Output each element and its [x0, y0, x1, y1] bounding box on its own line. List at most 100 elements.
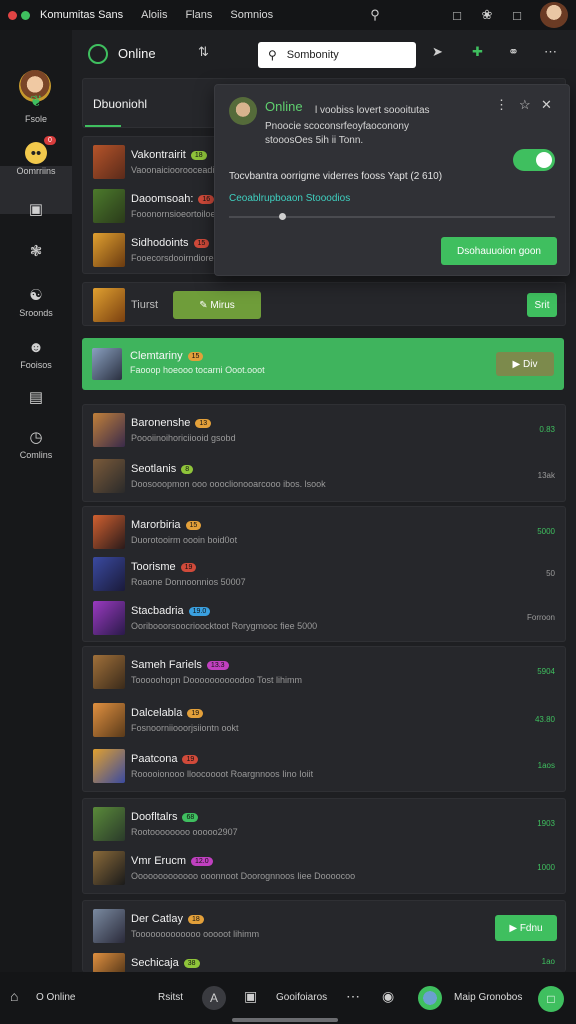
- game-row[interactable]: Der Catlay 18 Tooooooooooooo ooooot lihim…: [91, 907, 559, 947]
- rating-badge: 12.0: [191, 857, 213, 866]
- game-name: Vmr Erucm 12.0: [131, 855, 213, 867]
- game-thumbnail: [93, 515, 125, 549]
- game-row[interactable]: Seotlanis 8 Doosooopmon ooo oooclionooarc…: [91, 457, 559, 497]
- play-icon: ▶: [509, 922, 520, 934]
- game-thumbnail: [93, 288, 125, 322]
- game-row[interactable]: Doofltalrs 68 Rootoooooooo ooooo2907 1903: [91, 805, 559, 845]
- rail-item-recent[interactable]: ◷ Comlins: [0, 426, 72, 460]
- rail-label: Sroonds: [19, 308, 53, 318]
- game-thumbnail: [93, 655, 125, 689]
- game-subtitle: Rooooionooo lloocoooot Roargnnoos Iino I…: [131, 769, 314, 779]
- popup-description: Tocvbantra oorrigme viderres fooss Yapt …: [229, 171, 443, 182]
- game-row[interactable]: Vmr Erucm 12.0 Ooooooooooooo ooonnoot Doo…: [91, 849, 559, 889]
- rail-item-games[interactable]: ☯ Sroonds: [0, 284, 72, 318]
- game-thumbnail: [92, 348, 122, 380]
- game-row[interactable]: Sameh Fariels 13.3 Tooooohopn Doooooooooo…: [91, 653, 559, 693]
- add-friend-icon[interactable]: ✚: [472, 44, 483, 60]
- game-row[interactable]: Paatcona 19 Rooooionooo lloocoooot Roargn…: [91, 747, 559, 787]
- rating-badge: 16: [198, 195, 215, 204]
- bottom-online[interactable]: O Online: [36, 992, 75, 1003]
- rail-label: Fsole: [24, 114, 47, 124]
- rocket-icon[interactable]: ➤: [432, 44, 443, 60]
- bottom-item-3[interactable]: Gooifoiaros: [276, 992, 327, 1003]
- star-icon[interactable]: ☆: [519, 97, 531, 113]
- a-icon[interactable]: A: [202, 986, 226, 1010]
- menu-item-3[interactable]: Somnios: [230, 9, 273, 21]
- popup-confirm-button[interactable]: Dsohauuoion goon: [441, 237, 557, 265]
- menu-item-1[interactable]: Aloiis: [141, 9, 167, 21]
- play-button[interactable]: ▶ Div: [496, 352, 554, 376]
- fdnu-button[interactable]: ▶ Fdnu: [495, 915, 557, 941]
- game-meta: Forroon: [526, 613, 555, 622]
- more-vertical-icon[interactable]: ⋮: [495, 97, 508, 113]
- status-label[interactable]: Online: [118, 46, 156, 61]
- globe-icon[interactable]: [418, 986, 442, 1010]
- rating-badge: 19: [182, 755, 199, 764]
- alert-icon[interactable]: □: [448, 6, 466, 24]
- rail-item-media[interactable]: ▣: [0, 198, 72, 222]
- more-icon[interactable]: ⋯: [544, 44, 557, 60]
- gift-icon[interactable]: ❀: [478, 6, 496, 24]
- game-group-6: Doofltalrs 68 Rootoooooooo ooooo2907 1903…: [82, 798, 566, 894]
- menu-item-2[interactable]: Flans: [185, 9, 212, 21]
- rail-label: Fooisos: [20, 360, 52, 370]
- more-icon[interactable]: ⋯: [346, 988, 360, 1005]
- game-subtitle: Ooooooooooooo ooonnoot Doorognnoos Iiee …: [131, 871, 356, 881]
- maximize-dot[interactable]: [21, 10, 30, 20]
- game-group-4: Marorbiria 15 Duorotooirm oooin boid0ot 5…: [82, 506, 566, 642]
- chat-fab-icon[interactable]: □: [538, 986, 564, 1012]
- rating-badge: 19.0: [188, 607, 211, 616]
- online-icon: [88, 44, 108, 64]
- tab-current[interactable]: Dbuoniohl: [93, 97, 147, 111]
- search-input[interactable]: ⚲ Sombonity: [258, 42, 416, 68]
- game-row[interactable]: Dalcelabla 19 Fosnoorniiooorjsiiontn ookt…: [91, 701, 559, 741]
- toggle-knob: [536, 152, 552, 168]
- rail-item-extensions[interactable]: ❃: [0, 240, 72, 264]
- game-subtitle: Fosnoorniiooorjsiiontn ookt: [131, 723, 239, 733]
- rail-item-friends[interactable]: ☻ Fooisos: [0, 336, 72, 371]
- tab-underline: [85, 125, 121, 127]
- game-meta: 1000: [537, 863, 555, 872]
- game-row[interactable]: Sechicaja 38 1ao: [91, 951, 559, 973]
- close-dot[interactable]: [8, 10, 17, 20]
- document-icon: ▤: [28, 389, 44, 406]
- volume-slider[interactable]: [229, 216, 555, 218]
- game-meta: 1ao: [541, 957, 555, 966]
- game-subtitle: Roaone Donnoonnios 50007: [131, 577, 246, 587]
- game-thumbnail: [93, 557, 125, 591]
- mirus-chip[interactable]: ✎ Mirus: [173, 291, 261, 319]
- game-row[interactable]: Stacbadria 19.0 Ooribooorsoocrioocktoot R…: [91, 599, 559, 639]
- camera-icon[interactable]: ◉: [382, 988, 394, 1005]
- status-toggle[interactable]: [513, 149, 555, 171]
- game-row[interactable]: Baronenshe 13 Poooiinoihoriciiooid gsobd …: [91, 411, 559, 451]
- title-bar: Komumitas Sans Aloiis Flans Somnios ⚲ □ …: [0, 0, 576, 30]
- search-icon[interactable]: ⚲: [366, 6, 384, 24]
- rail-item-docs[interactable]: ▤: [0, 386, 72, 410]
- chat-icon[interactable]: □: [508, 6, 526, 24]
- close-icon[interactable]: ✕: [541, 97, 552, 113]
- bottom-item-4[interactable]: Maip Gronobos: [454, 992, 522, 1003]
- game-name: Sameh Fariels 13.3: [131, 659, 229, 671]
- home-icon[interactable]: ⌂: [10, 988, 18, 1004]
- popup-line: Pnoocie scoconsrfeoyfaoconony: [265, 121, 409, 132]
- sort-icon[interactable]: ⇅: [198, 44, 209, 60]
- game-subtitle: Ooribooorsoocrioocktoot Rorygmooc fiee 5…: [131, 621, 318, 631]
- left-rail: ❦ Fsole •• Oomrriins 0 ▣ ❃ ☯ Sroonds ☻ F…: [0, 30, 72, 972]
- game-name: Stacbadria 19.0: [131, 605, 211, 617]
- srit-button[interactable]: Srit: [527, 293, 557, 317]
- popup-link[interactable]: Ceoablrupboaon Stooodios: [229, 193, 350, 204]
- rail-item-communities[interactable]: •• Oomrriins 0: [0, 136, 72, 176]
- headset-icon[interactable]: ⚭: [508, 44, 519, 60]
- game-subtitle: Tooooohopn Doooooooooodoo Tost lihimm: [131, 675, 302, 685]
- selected-game-row[interactable]: Clemtariny 15 Faooop hoeooo tocarni Ooot.…: [82, 338, 564, 390]
- chat-bubble-icon: ••: [25, 142, 47, 164]
- user-avatar[interactable]: [540, 2, 568, 28]
- bottom-item-2[interactable]: Rsitst: [158, 992, 183, 1003]
- slider-handle[interactable]: [279, 213, 286, 220]
- popup-avatar: [229, 97, 257, 125]
- image-icon[interactable]: ▣: [244, 988, 257, 1005]
- popup-line: l voobiss lovert soooitutas: [315, 105, 430, 116]
- game-row[interactable]: Toorisme 19 Roaone Donnoonnios 50007 50: [91, 555, 559, 595]
- game-row[interactable]: Marorbiria 15 Duorotooirm oooin boid0ot 5…: [91, 513, 559, 553]
- rail-item-home[interactable]: ❦ Fsole: [0, 90, 72, 124]
